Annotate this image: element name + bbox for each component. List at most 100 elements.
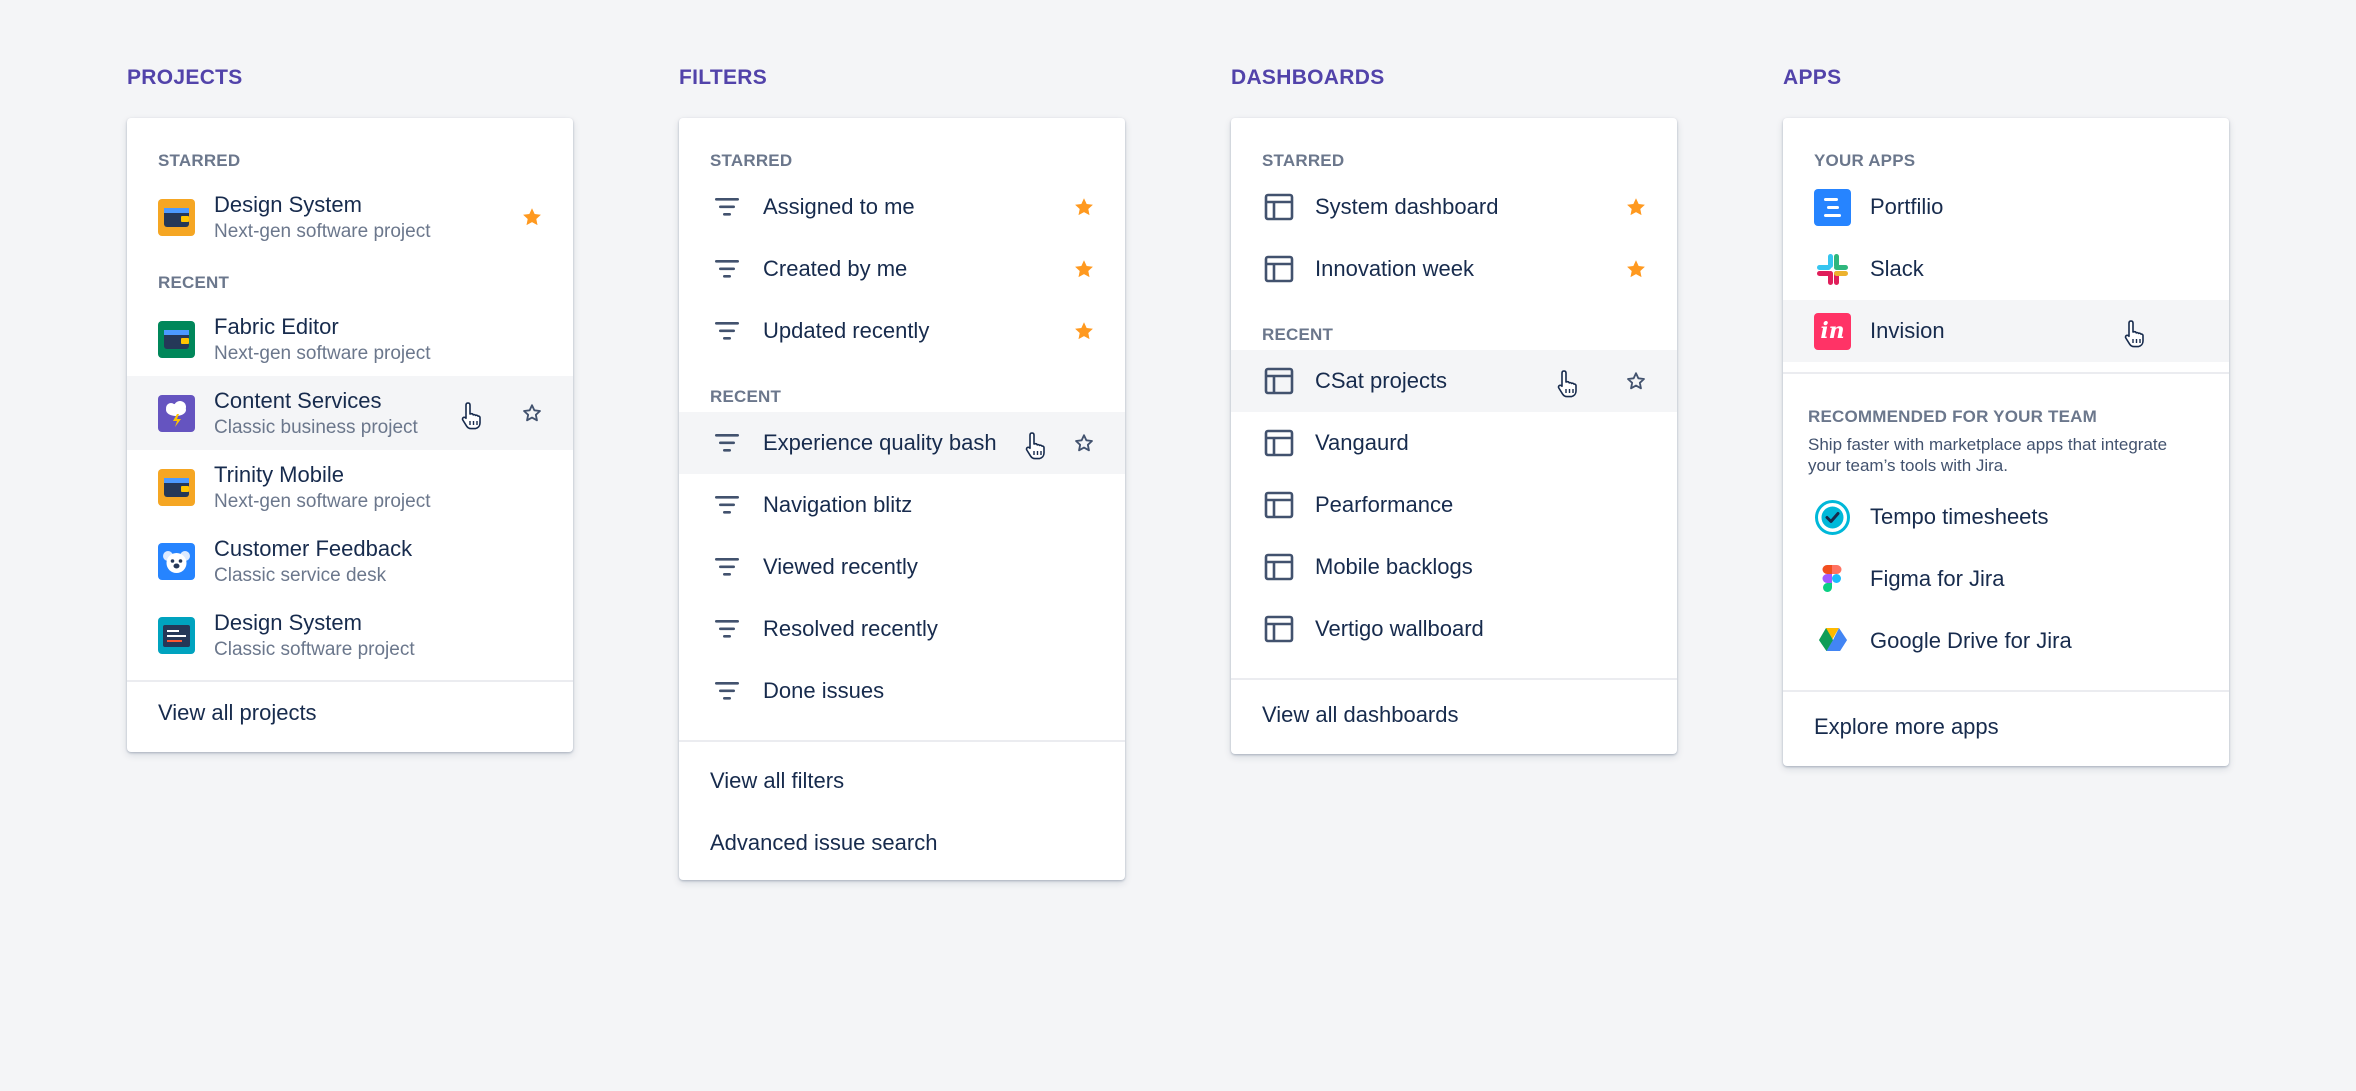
project-texts: Design System Next-gen software project: [214, 192, 431, 243]
dashboards-starred-label: STARRED: [1262, 151, 1345, 170]
app-item-tempo-timesheets[interactable]: Tempo timesheets: [1783, 486, 2229, 548]
star-filled-icon[interactable]: [1073, 320, 1095, 342]
project-item-trinity-mobile[interactable]: Trinity Mobile Next-gen software project: [127, 450, 573, 524]
star-filled-icon[interactable]: [1073, 258, 1095, 280]
star-filled-icon[interactable]: [1625, 258, 1647, 280]
recommended-label: RECOMMENDED FOR YOUR TEAM: [1808, 407, 2097, 426]
project-item-design-system-starred[interactable]: Design System Next-gen software project: [127, 180, 573, 254]
project-item-fabric-editor[interactable]: Fabric Editor Next-gen software project: [127, 302, 573, 376]
filters-recent-label: RECENT: [710, 387, 782, 406]
hand-cursor-icon: [1556, 369, 1582, 399]
filter-icon: [710, 550, 744, 584]
google-drive-icon: [1814, 623, 1851, 660]
filter-item-navigation-blitz[interactable]: Navigation blitz: [679, 474, 1125, 536]
filter-name: Updated recently: [763, 318, 930, 343]
filter-name: Navigation blitz: [763, 492, 913, 517]
explore-more-apps-link[interactable]: Explore more apps: [1783, 696, 2229, 758]
filter-icon: [710, 314, 744, 348]
slack-icon: [1814, 251, 1851, 288]
project-type: Classic service desk: [214, 564, 387, 586]
dashboard-icon: [1262, 488, 1296, 522]
dashboard-icon: [1262, 252, 1296, 286]
hand-cursor-icon: [460, 401, 486, 431]
star-filled-icon[interactable]: [1625, 196, 1647, 218]
dashboard-name: Vertigo wallboard: [1315, 616, 1484, 641]
view-all-dashboards-link[interactable]: View all dashboards: [1231, 684, 1677, 746]
app-name: Slack: [1870, 256, 1924, 281]
project-type: Classic software project: [214, 638, 415, 660]
dashboard-item-csat-projects[interactable]: CSat projects: [1231, 350, 1677, 412]
view-all-projects-link[interactable]: View all projects: [127, 682, 573, 744]
dashboard-icon: [1262, 190, 1296, 224]
dashboard-icon: [1262, 612, 1296, 646]
dashboard-item-mobile-backlogs[interactable]: Mobile backlogs: [1231, 536, 1677, 598]
filter-icon: [710, 674, 744, 708]
app-item-invision[interactable]: in Invision: [1783, 300, 2229, 362]
dashboard-name: System dashboard: [1315, 194, 1499, 219]
filters-title: FILTERS: [679, 66, 768, 89]
star-outline-icon[interactable]: [1073, 432, 1095, 454]
app-name: Tempo timesheets: [1870, 504, 2049, 529]
project-name: Content Services: [214, 387, 382, 413]
tempo-icon: [1814, 499, 1851, 536]
dashboards-menu: STARRED System dashboard Innovation week…: [1231, 118, 1677, 754]
apps-title: APPS: [1783, 66, 1842, 89]
filter-name: Done issues: [763, 678, 885, 703]
filter-item-experience-quality-bash[interactable]: Experience quality bash: [679, 412, 1125, 474]
filter-item-assigned-to-me[interactable]: Assigned to me: [679, 176, 1125, 238]
star-filled-icon[interactable]: [1073, 196, 1095, 218]
screen-icon: [158, 616, 195, 654]
filter-item-resolved-recently[interactable]: Resolved recently: [679, 598, 1125, 660]
filter-icon: [710, 488, 744, 522]
project-name: Trinity Mobile: [214, 461, 344, 487]
project-name: Design System: [214, 191, 362, 217]
dashboard-item-vangaurd[interactable]: Vangaurd: [1231, 412, 1677, 474]
filter-item-updated-recently[interactable]: Updated recently: [679, 300, 1125, 362]
recommended-description-line-1: Ship faster with marketplace apps that i…: [1808, 435, 2168, 454]
dashboard-item-pearformance[interactable]: Pearformance: [1231, 474, 1677, 536]
app-item-google-drive-for-jira[interactable]: Google Drive for Jira: [1783, 610, 2229, 672]
project-item-content-services[interactable]: Content Services Classic business projec…: [127, 376, 573, 450]
filters-starred-label: STARRED: [710, 151, 793, 170]
project-texts: Design System Classic software project: [214, 610, 415, 661]
project-name: Fabric Editor: [214, 313, 339, 339]
projects-title: PROJECTS: [127, 66, 243, 89]
projects-menu: STARRED Design System Next-gen software …: [127, 118, 573, 752]
dashboard-item-vertigo-wallboard[interactable]: Vertigo wallboard: [1231, 598, 1677, 660]
dashboards-recent-label: RECENT: [1262, 325, 1334, 344]
dashboard-name: Pearformance: [1315, 492, 1454, 517]
wallet-icon: [158, 320, 195, 358]
filter-item-done-issues[interactable]: Done issues: [679, 660, 1125, 722]
dashboard-item-system-dashboard[interactable]: System dashboard: [1231, 176, 1677, 238]
dashboard-name: Mobile backlogs: [1315, 554, 1473, 579]
app-item-slack[interactable]: Slack: [1783, 238, 2229, 300]
projects-starred-label: STARRED: [158, 151, 241, 170]
hand-cursor-icon: [1024, 431, 1050, 461]
your-apps-label: YOUR APPS: [1814, 151, 1916, 170]
project-name: Customer Feedback: [214, 535, 413, 561]
dashboards-title: DASHBOARDS: [1231, 66, 1385, 89]
app-name: Figma for Jira: [1870, 566, 2005, 591]
star-outline-icon[interactable]: [521, 402, 543, 424]
project-type: Next-gen software project: [214, 220, 431, 242]
project-item-design-system-classic[interactable]: Design System Classic software project: [127, 598, 573, 672]
dashboard-name: Innovation week: [1315, 256, 1474, 281]
dashboard-icon: [1262, 364, 1296, 398]
view-all-filters-link[interactable]: View all filters: [679, 750, 1125, 812]
star-filled-icon[interactable]: [521, 206, 543, 228]
filter-item-created-by-me[interactable]: Created by me: [679, 238, 1125, 300]
star-outline-icon[interactable]: [1625, 370, 1647, 392]
project-texts: Customer Feedback Classic service desk: [214, 536, 412, 587]
filter-item-viewed-recently[interactable]: Viewed recently: [679, 536, 1125, 598]
project-item-customer-feedback[interactable]: Customer Feedback Classic service desk: [127, 524, 573, 598]
dashboard-item-innovation-week[interactable]: Innovation week: [1231, 238, 1677, 300]
filter-icon: [710, 426, 744, 460]
dashboard-name: Vangaurd: [1315, 430, 1409, 455]
app-item-portfolio[interactable]: Portfilio: [1783, 176, 2229, 238]
dashboard-icon: [1262, 550, 1296, 584]
project-texts: Trinity Mobile Next-gen software project: [214, 462, 431, 513]
app-name: Google Drive for Jira: [1870, 628, 2072, 653]
dashboard-name: CSat projects: [1315, 368, 1448, 393]
advanced-issue-search-link[interactable]: Advanced issue search: [679, 812, 1125, 874]
app-item-figma-for-jira[interactable]: Figma for Jira: [1783, 548, 2229, 610]
